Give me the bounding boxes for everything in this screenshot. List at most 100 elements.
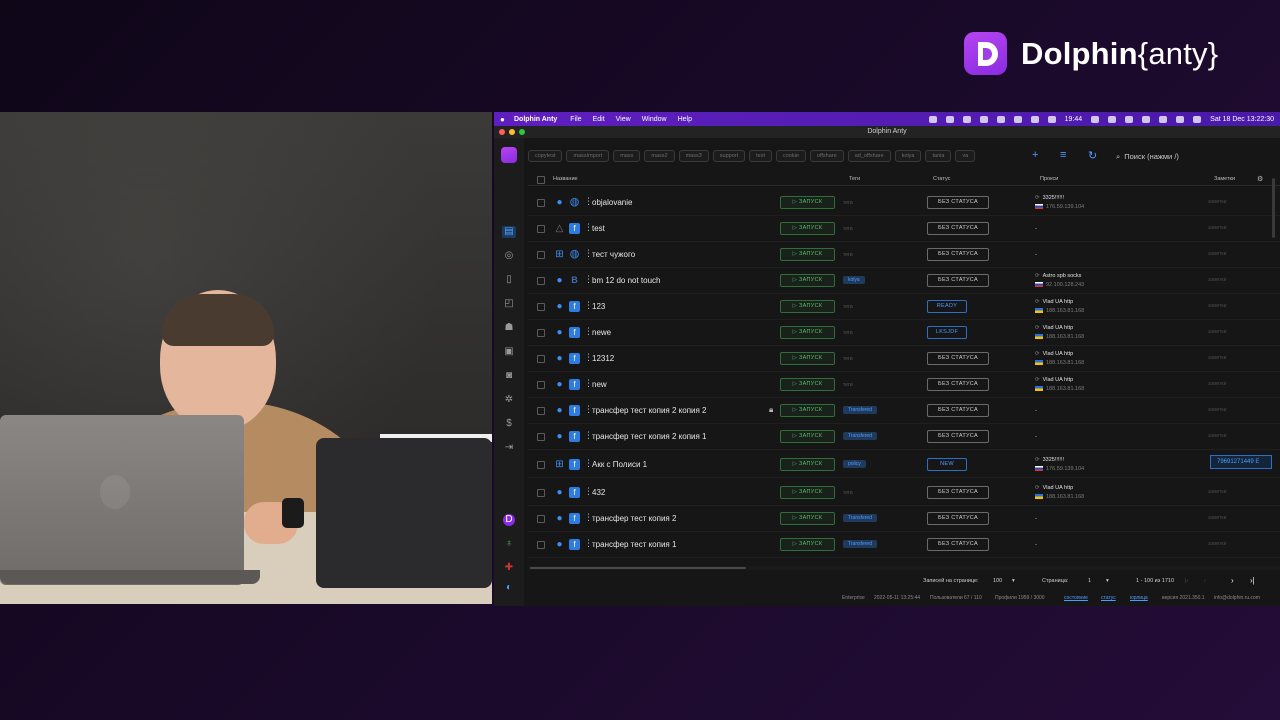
- row-checkbox[interactable]: [537, 407, 545, 415]
- run-profile-button[interactable]: ▷ ЗАПУСК: [780, 404, 835, 417]
- profile-name[interactable]: test: [592, 224, 605, 233]
- filter-icon[interactable]: ≡: [1060, 149, 1066, 161]
- row-checkbox[interactable]: [537, 461, 545, 469]
- proxies-icon[interactable]: ◎: [503, 250, 515, 262]
- tag-chip[interactable]: tania: [925, 150, 952, 162]
- battery-icon[interactable]: [1142, 115, 1151, 123]
- notes-cell[interactable]: заметки: [1208, 489, 1226, 495]
- row-checkbox[interactable]: [537, 489, 545, 497]
- tag-chip[interactable]: offshare: [809, 150, 844, 162]
- status-icon[interactable]: [962, 115, 971, 123]
- run-profile-button[interactable]: ▷ ЗАПУСК: [780, 378, 835, 391]
- profile-tag[interactable]: теги: [843, 490, 853, 496]
- row-checkbox[interactable]: [537, 199, 545, 207]
- table-row[interactable]: ● f ⋮ newe ▷ ЗАПУСК теги LKSJDF ⟳ Vlad UA http 18…: [528, 320, 1280, 346]
- status-badge[interactable]: LKSJDF: [927, 326, 967, 339]
- billing-icon[interactable]: $: [503, 418, 515, 430]
- run-profile-button[interactable]: ▷ ЗАПУСК: [780, 352, 835, 365]
- last-page-icon[interactable]: ›|: [1250, 576, 1255, 585]
- table-row[interactable]: ● B ⋮ bm 12 do not touch ▷ ЗАПУСК kolya БЕЗ СТ…: [528, 268, 1280, 294]
- notes-cell[interactable]: заметки: [1208, 381, 1226, 387]
- prev-page-icon[interactable]: ‹: [1204, 578, 1206, 584]
- run-profile-button[interactable]: ▷ ЗАПУСК: [780, 300, 835, 313]
- apple-menu-icon[interactable]: ●: [500, 115, 514, 124]
- table-row[interactable]: ● f ⋮ трансфер тест копия 2 копия 2 🔒︎ ▷ ЗАПУ…: [528, 398, 1280, 424]
- vertical-scrollbar[interactable]: [1272, 178, 1275, 238]
- notes-cell[interactable]: заметки: [1208, 541, 1226, 547]
- status-badge[interactable]: БЕЗ СТАТУСА: [927, 248, 989, 261]
- row-checkbox[interactable]: [537, 515, 545, 523]
- refresh-proxy-icon[interactable]: ⟳: [1035, 299, 1040, 305]
- add-profile-icon[interactable]: +: [1032, 149, 1038, 161]
- row-checkbox[interactable]: [537, 303, 545, 311]
- status-icon[interactable]: [979, 115, 988, 123]
- profile-name[interactable]: objalovanie: [592, 198, 632, 207]
- table-row[interactable]: ⊞ ◍ ⋮ тест чужого ▷ ЗАПУСК теги БЕЗ СТАТУСА - за…: [528, 242, 1280, 268]
- run-profile-button[interactable]: ▷ ЗАПУСК: [780, 458, 835, 471]
- tag-chip[interactable]: support: [712, 150, 746, 162]
- status-badge[interactable]: БЕЗ СТАТУСА: [927, 378, 989, 391]
- horizontal-scrollbar[interactable]: [528, 566, 1280, 570]
- status-badge[interactable]: БЕЗ СТАТУСА: [927, 222, 989, 235]
- tag-chip[interactable]: copytest: [528, 150, 563, 162]
- profile-name[interactable]: new: [592, 380, 607, 389]
- menu-edit[interactable]: Edit: [593, 116, 605, 123]
- profile-name[interactable]: трансфер тест копия 2 копия 1: [592, 432, 707, 441]
- footer-link-state[interactable]: состояние: [1064, 595, 1088, 601]
- header-proxy[interactable]: Прокси: [1040, 176, 1058, 182]
- proxy-cell[interactable]: ⟳ 3325!!!!!! 176.59.139.104: [1035, 456, 1084, 474]
- scrollbar-thumb[interactable]: [530, 567, 746, 569]
- table-row[interactable]: ● ◍ ⋮ objalovanie ▷ ЗАПУСК теги БЕЗ СТАТУСА ⟳ 33…: [528, 190, 1280, 216]
- menu-help[interactable]: Help: [678, 116, 692, 123]
- refresh-proxy-icon[interactable]: ⟳: [1035, 485, 1040, 491]
- notes-cell[interactable]: заметки: [1208, 515, 1226, 521]
- status-badge[interactable]: БЕЗ СТАТУСА: [927, 352, 989, 365]
- footer-link-legal[interactable]: юрлица: [1130, 595, 1148, 601]
- row-checkbox[interactable]: [537, 433, 545, 441]
- status-icon[interactable]: [928, 115, 937, 123]
- support-email[interactable]: info@dolphin.ru.com: [1214, 595, 1260, 601]
- profile-name[interactable]: bm 12 do not touch: [592, 276, 661, 285]
- header-name[interactable]: Название: [553, 176, 578, 182]
- header-status[interactable]: Статус: [933, 176, 950, 182]
- refresh-icon[interactable]: ↻: [1088, 149, 1097, 162]
- status-badge[interactable]: БЕЗ СТАТУСА: [927, 274, 989, 287]
- page-select[interactable]: 1: [1088, 578, 1091, 584]
- status-icon[interactable]: [945, 115, 954, 123]
- refresh-proxy-icon[interactable]: ⟳: [1035, 351, 1040, 357]
- profile-name[interactable]: Акк с Полиси 1: [592, 460, 647, 469]
- status-badge[interactable]: БЕЗ СТАТУСА: [927, 538, 989, 551]
- refresh-proxy-icon[interactable]: ⟳: [1035, 273, 1040, 279]
- profile-tag[interactable]: Transfered: [843, 406, 877, 414]
- tag-chip[interactable]: massImport: [566, 150, 610, 162]
- menu-app-name[interactable]: Dolphin Anty: [514, 116, 557, 123]
- profile-name[interactable]: трансфер тест копия 2 копия 2: [592, 406, 707, 415]
- run-profile-button[interactable]: ▷ ЗАПУСК: [780, 538, 835, 551]
- profile-name[interactable]: тест чужого: [592, 250, 635, 259]
- table-row[interactable]: ● f ⋮ 123 ▷ ЗАПУСК теги READY ⟳ Vlad UA http 188.…: [528, 294, 1280, 320]
- notes-cell[interactable]: 79691271449 E: [1210, 455, 1272, 469]
- theme-toggle-icon[interactable]: ◐: [503, 582, 515, 594]
- tag-chip[interactable]: va: [955, 150, 976, 162]
- row-checkbox[interactable]: [537, 541, 545, 549]
- status-badge[interactable]: БЕЗ СТАТУСА: [927, 404, 989, 417]
- proxy-cell[interactable]: ⟳ Vlad UA http 188.163.81.168: [1035, 350, 1084, 368]
- refresh-proxy-icon[interactable]: ⟳: [1035, 377, 1040, 383]
- run-profile-button[interactable]: ▷ ЗАПУСК: [780, 274, 835, 287]
- uk-flag-icon[interactable]: ✚: [503, 562, 515, 574]
- clock-icon[interactable]: [1047, 115, 1056, 123]
- run-profile-button[interactable]: ▷ ЗАПУСК: [780, 196, 835, 209]
- status-badge[interactable]: БЕЗ СТАТУСА: [927, 196, 989, 209]
- proxy-cell[interactable]: -: [1035, 407, 1037, 416]
- profile-tag[interactable]: теги: [843, 200, 853, 206]
- api-icon[interactable]: ▣: [503, 346, 515, 358]
- profile-tag[interactable]: Transfered: [843, 540, 877, 548]
- notes-cell[interactable]: заметки: [1208, 329, 1226, 335]
- next-page-icon[interactable]: ›: [1231, 576, 1234, 585]
- browser-profiles-icon[interactable]: ▤: [502, 226, 516, 238]
- profile-tag[interactable]: теги: [843, 226, 853, 232]
- run-profile-button[interactable]: ▷ ЗАПУСК: [780, 222, 835, 235]
- profile-tag[interactable]: теги: [843, 252, 853, 258]
- run-profile-button[interactable]: ▷ ЗАПУСК: [780, 486, 835, 499]
- tag-chip[interactable]: cookie: [776, 150, 806, 162]
